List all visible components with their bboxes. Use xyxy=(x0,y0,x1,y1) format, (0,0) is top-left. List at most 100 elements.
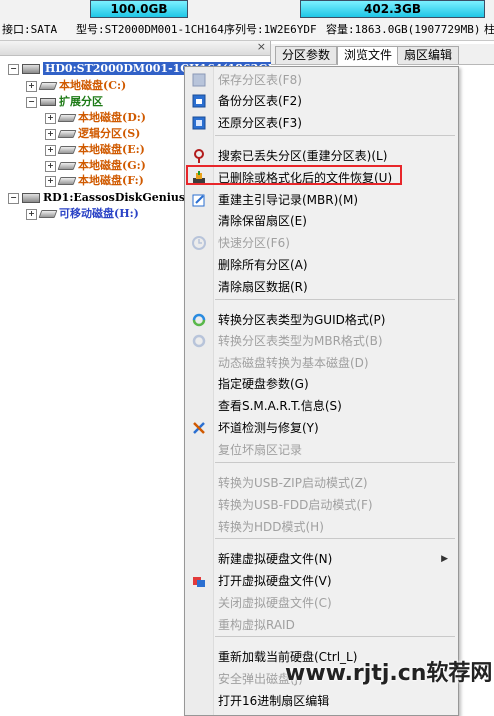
collapse-icon[interactable]: − xyxy=(8,63,19,75)
menu-item-18[interactable]: 转换为USB-FDD启动模式(F) xyxy=(185,495,458,515)
partition-icon xyxy=(57,114,77,122)
menu-item-label: 新建虚拟硬盘文件(N) xyxy=(218,552,333,566)
right-panel-tabs: 分区参数 浏览文件 扇区编辑 xyxy=(271,44,494,65)
tree-node-rd1[interactable]: − RD1:EassosDiskGenius xyxy=(8,190,185,205)
menu-item-26[interactable]: 打开16进制扇区编辑 xyxy=(185,691,458,711)
menu-item-23[interactable]: 重构虚拟RAID xyxy=(185,615,458,635)
menu-item-14[interactable]: 查看S.M.A.R.T.信息(S) xyxy=(185,396,458,416)
menu-item-10[interactable]: 转换分区表类型为GUID格式(P) xyxy=(185,310,458,330)
tree-node-g[interactable]: + 本地磁盘(G:) xyxy=(45,158,146,173)
expand-icon[interactable]: + xyxy=(45,112,56,124)
menu-item-label: 打开16进制扇区编辑 xyxy=(218,694,330,708)
menu-item-6[interactable]: 清除保留扇区(E) xyxy=(185,211,458,231)
submenu-arrow-icon: ▶ xyxy=(441,554,448,564)
expand-icon[interactable]: + xyxy=(45,175,56,187)
tab-partition-params[interactable]: 分区参数 xyxy=(275,46,338,64)
partition-segment-2[interactable]: 402.3GB xyxy=(300,0,485,18)
menu-item-12[interactable]: 动态磁盘转换为基本磁盘(D) xyxy=(185,353,458,373)
backup-table-icon xyxy=(192,94,206,108)
tab-browse-files[interactable]: 浏览文件 xyxy=(337,46,400,65)
rebuild-mbr-icon xyxy=(192,193,206,207)
extended-partition-icon xyxy=(40,98,56,106)
close-icon[interactable]: × xyxy=(257,40,266,53)
menu-item-label: 清除保留扇区(E) xyxy=(218,214,307,228)
menu-separator xyxy=(215,636,455,637)
partition-icon xyxy=(38,82,58,90)
disk-capacity: 容量:1863.0GB(1907729MB) xyxy=(326,23,481,36)
menu-item-label: 备份分区表(F2) xyxy=(218,94,302,108)
menu-item-7[interactable]: 快速分区(F6) xyxy=(185,233,458,253)
tree-node-logical-s[interactable]: + 逻辑分区(S) xyxy=(45,126,140,141)
menu-item-1[interactable]: 备份分区表(F2) xyxy=(185,91,458,111)
convert-mbr-icon xyxy=(192,334,206,348)
expand-icon[interactable]: + xyxy=(45,128,56,140)
menu-item-21[interactable]: 打开虚拟硬盘文件(V) xyxy=(185,571,458,591)
menu-item-label: 重构虚拟RAID xyxy=(218,618,295,632)
menu-item-19[interactable]: 转换为HDD模式(H) xyxy=(185,517,458,537)
tree-node-c[interactable]: + 本地磁盘(C:) xyxy=(26,78,126,93)
disk-info-bar: 接口:SATA 型号:ST2000DM001-1CH164 序列号:1W2E6Y… xyxy=(0,20,494,41)
menu-item-9[interactable]: 清除扇区数据(R) xyxy=(185,277,458,297)
collapse-icon[interactable]: − xyxy=(8,192,19,204)
menu-item-5[interactable]: 重建主引导记录(MBR)(M) xyxy=(185,190,458,210)
menu-item-label: 转换为USB-ZIP启动模式(Z) xyxy=(218,476,368,490)
expand-icon[interactable]: + xyxy=(45,144,56,156)
tree-node-e[interactable]: + 本地磁盘(E:) xyxy=(45,142,145,157)
menu-item-label: 查看S.M.A.R.T.信息(S) xyxy=(218,399,342,413)
menu-item-label: 指定硬盘参数(G) xyxy=(218,377,309,391)
tab-sector-editor[interactable]: 扇区编辑 xyxy=(397,46,460,64)
watermark: www.rjtj.cn软荐网 xyxy=(285,661,493,686)
tree-panel-header: × xyxy=(0,40,270,56)
tree-node-extended[interactable]: − 扩展分区 xyxy=(26,94,103,109)
expand-icon[interactable]: + xyxy=(26,208,37,220)
menu-item-label: 动态磁盘转换为基本磁盘(D) xyxy=(218,356,369,370)
partition-icon xyxy=(57,130,77,138)
tree-node-f[interactable]: + 本地磁盘(F:) xyxy=(45,173,144,188)
partition-segment-1[interactable]: 100.0GB xyxy=(90,0,188,18)
expand-icon[interactable]: + xyxy=(26,80,37,92)
menu-item-20[interactable]: 新建虚拟硬盘文件(N) ▶ xyxy=(185,549,458,569)
convert-icon xyxy=(192,313,206,327)
context-menu: 保存分区表(F8) 备份分区表(F2) 还原分区表(F3) 搜索已丢失分区(重建分区表… xyxy=(184,66,459,716)
tree-node-d[interactable]: + 本地磁盘(D:) xyxy=(45,110,146,125)
menu-item-8[interactable]: 删除所有分区(A) xyxy=(185,255,458,275)
disk-serial: 序列号:1W2E6YDF xyxy=(224,23,317,36)
menu-separator xyxy=(215,135,455,136)
menu-item-15[interactable]: 坏道检测与修复(Y) xyxy=(185,418,458,438)
menu-item-13[interactable]: 指定硬盘参数(G) xyxy=(185,374,458,394)
hard-disk-icon xyxy=(22,193,40,203)
disk-info-more: 柱 xyxy=(484,23,494,36)
menu-item-label: 坏道检测与修复(Y) xyxy=(218,421,319,435)
open-virtual-disk-icon xyxy=(192,574,206,588)
menu-item-3[interactable]: 搜索已丢失分区(重建分区表)(L) xyxy=(185,146,458,166)
menu-item-label: 还原分区表(F3) xyxy=(218,116,302,130)
tree-node-h[interactable]: + 可移动磁盘(H:) xyxy=(26,206,139,221)
menu-item-label: 转换为USB-FDD启动模式(F) xyxy=(218,498,373,512)
search-lost-partition-icon xyxy=(192,149,206,163)
disk-interface: 接口:SATA xyxy=(2,23,58,36)
menu-item-label: 删除所有分区(A) xyxy=(218,258,308,272)
menu-item-0[interactable]: 保存分区表(F8) xyxy=(185,70,458,90)
highlight-box xyxy=(186,165,402,185)
partition-bar: 100.0GB 402.3GB xyxy=(0,0,494,20)
menu-item-label: 关闭虚拟硬盘文件(C) xyxy=(218,596,332,610)
removable-disk-icon xyxy=(38,210,58,218)
menu-item-16[interactable]: 复位坏扇区记录 xyxy=(185,440,458,460)
collapse-icon[interactable]: − xyxy=(26,96,37,108)
bad-sector-tools-icon xyxy=(192,421,206,435)
partition-icon xyxy=(57,146,77,154)
quick-partition-icon xyxy=(192,236,206,250)
expand-icon[interactable]: + xyxy=(45,160,56,172)
menu-item-label: 打开虚拟硬盘文件(V) xyxy=(218,574,332,588)
menu-item-11[interactable]: 转换分区表类型为MBR格式(B) xyxy=(185,331,458,351)
hard-disk-icon xyxy=(22,64,40,74)
menu-item-17[interactable]: 转换为USB-ZIP启动模式(Z) xyxy=(185,473,458,493)
save-table-icon xyxy=(192,73,206,87)
partition-icon xyxy=(57,162,77,170)
menu-item-label: 转换分区表类型为GUID格式(P) xyxy=(218,313,386,327)
menu-item-label: 复位坏扇区记录 xyxy=(218,443,303,457)
menu-item-22[interactable]: 关闭虚拟硬盘文件(C) xyxy=(185,593,458,613)
menu-item-2[interactable]: 还原分区表(F3) xyxy=(185,113,458,133)
menu-item-label: 搜索已丢失分区(重建分区表)(L) xyxy=(218,149,388,163)
menu-item-label: 转换为HDD模式(H) xyxy=(218,520,324,534)
